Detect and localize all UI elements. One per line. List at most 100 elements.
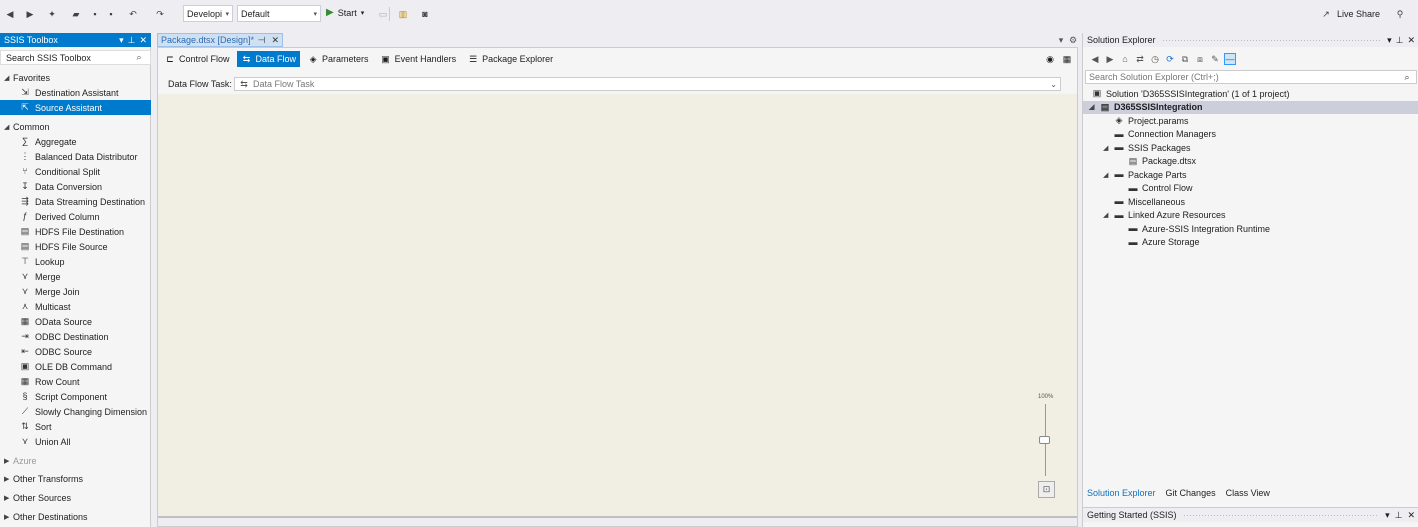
toolbox-item[interactable]: ∑ Aggregate: [0, 134, 151, 149]
expanded-icon[interactable]: ◢: [1089, 103, 1099, 111]
preview-icon[interactable]: —: [1224, 53, 1236, 65]
configuration-dropdown[interactable]: Developi ▾: [183, 5, 233, 22]
expanded-icon[interactable]: ◢: [1103, 171, 1113, 179]
toolbox-item[interactable]: ⇥ ODBC Destination: [0, 329, 151, 344]
toolbox-item[interactable]: ⇶ Data Streaming Destination: [0, 194, 151, 209]
pin-icon[interactable]: ⊥: [128, 35, 136, 46]
sync-icon[interactable]: ⟳: [1164, 53, 1176, 65]
tree-node[interactable]: ▣ Solution 'D365SSISIntegration' (1 of 1 …: [1083, 87, 1418, 100]
forward-icon[interactable]: ▶: [1104, 53, 1116, 65]
toolbox-item[interactable]: ↧ Data Conversion: [0, 179, 151, 194]
settings-icon[interactable]: ⚙: [1067, 34, 1079, 46]
new-project-icon[interactable]: ✦: [46, 8, 58, 20]
solution-explorer-title-bar[interactable]: Solution Explorer ▾ ⊥ ✕: [1083, 33, 1418, 47]
zoom-to-fit-button[interactable]: ⊡: [1038, 481, 1055, 498]
toolbox-category[interactable]: ▶ Other Destinations: [0, 509, 151, 524]
design-canvas[interactable]: 100% ⊡: [158, 94, 1077, 516]
tree-node[interactable]: ◢ ▬ Linked Azure Resources: [1083, 209, 1418, 222]
dropdown-icon[interactable]: ▾: [1387, 35, 1392, 46]
history-icon[interactable]: ◷: [1149, 53, 1161, 65]
toolbox-item[interactable]: ⋎ Merge: [0, 269, 151, 284]
tree-node[interactable]: ▬ Control Flow: [1083, 182, 1418, 195]
live-share-button[interactable]: ↗ Live Share: [1318, 8, 1380, 20]
close-icon[interactable]: ✕: [139, 35, 147, 46]
back-icon[interactable]: ◀: [1089, 53, 1101, 65]
tree-node[interactable]: ▬ Miscellaneous: [1083, 195, 1418, 208]
tab-class-view[interactable]: Class View: [1226, 488, 1270, 498]
toolbox-item[interactable]: ⇅ Sort: [0, 419, 151, 434]
toolbox-category[interactable]: ▶ Azure: [0, 453, 151, 468]
collapse-all-icon[interactable]: ⧉: [1179, 53, 1191, 65]
close-icon[interactable]: ✕: [271, 35, 279, 46]
dropdown-icon[interactable]: ▾: [1385, 510, 1390, 521]
toolbox-item[interactable]: ⇱ Source Assistant: [0, 100, 151, 115]
tab-solution-explorer[interactable]: Solution Explorer: [1087, 488, 1156, 498]
close-icon[interactable]: ✕: [1407, 35, 1415, 46]
switch-views-icon[interactable]: ⇄: [1134, 53, 1146, 65]
toolbox-item[interactable]: § Script Component: [0, 389, 151, 404]
toolbox-category[interactable]: ◢ Favorites: [0, 70, 151, 85]
close-icon[interactable]: ✕: [1407, 510, 1415, 521]
zoom-slider-thumb[interactable]: [1039, 436, 1050, 444]
tree-node[interactable]: ◢ ▬ Package Parts: [1083, 168, 1418, 181]
expanded-icon[interactable]: ◢: [1103, 211, 1113, 219]
tree-node[interactable]: ▤ Package.dtsx: [1083, 155, 1418, 168]
tree-node[interactable]: ▬ Connection Managers: [1083, 128, 1418, 141]
package-icon[interactable]: ▥: [397, 8, 409, 20]
tab-data-flow[interactable]: ⇆ Data Flow: [236, 51, 301, 67]
platform-dropdown[interactable]: Default ▾: [237, 5, 321, 22]
redo-icon[interactable]: ↷: [154, 8, 166, 20]
feedback-icon[interactable]: ⚲: [1394, 8, 1406, 20]
properties-icon[interactable]: ✎: [1209, 53, 1221, 65]
tab-package-explorer[interactable]: ☰ Package Explorer: [463, 51, 557, 67]
toolbox-item[interactable]: ⋎ Merge Join: [0, 284, 151, 299]
open-file-icon[interactable]: ▰: [70, 8, 82, 20]
document-tab-package[interactable]: Package.dtsx [Design]* ⊣ ✕: [157, 33, 283, 47]
toolbox-item[interactable]: ⇤ ODBC Source: [0, 344, 151, 359]
toolbox-item[interactable]: ▦ Row Count: [0, 374, 151, 389]
toolbox-item[interactable]: ⑂ Conditional Split: [0, 164, 151, 179]
dropdown-icon[interactable]: ▾: [119, 35, 124, 46]
toolbox-item[interactable]: ▦ OData Source: [0, 314, 151, 329]
toolbox-item[interactable]: ⋎ Union All: [0, 434, 151, 449]
show-all-files-icon[interactable]: ⧈: [1194, 53, 1206, 65]
getting-started-panel[interactable]: Getting Started (SSIS) ▾ ⊥ ✕: [1083, 507, 1418, 522]
tab-list-icon[interactable]: ▾: [1055, 34, 1067, 46]
save-icon[interactable]: ▪: [89, 8, 101, 20]
pin-icon[interactable]: ⊥: [1395, 510, 1403, 521]
toolbox-item[interactable]: ⇲ Destination Assistant: [0, 85, 151, 100]
toolbox-category[interactable]: ▶ Other Sources: [0, 490, 151, 505]
solution-explorer-search-input[interactable]: Search Solution Explorer (Ctrl+;) ⌕: [1085, 70, 1417, 84]
save-all-icon[interactable]: ▪: [105, 8, 117, 20]
undo-icon[interactable]: ↶: [127, 8, 139, 20]
back-icon[interactable]: ◀: [4, 8, 16, 20]
tab-control-flow[interactable]: ⊏ Control Flow: [160, 51, 234, 67]
toolbox-item[interactable]: ⊤ Lookup: [0, 254, 151, 269]
toolbox-item[interactable]: ▤ HDFS File Destination: [0, 224, 151, 239]
toolbox-category[interactable]: ▶ Other Transforms: [0, 471, 151, 486]
toolbox-item[interactable]: ƒ Derived Column: [0, 209, 151, 224]
home-icon[interactable]: ⌂: [1119, 53, 1131, 65]
tab-git-changes[interactable]: Git Changes: [1166, 488, 1216, 498]
attach-icon[interactable]: ▭: [377, 8, 389, 20]
tree-node[interactable]: ▬ Azure Storage: [1083, 236, 1418, 249]
start-button[interactable]: ▶ Start ▾: [326, 7, 364, 18]
toolbox-category[interactable]: ◢ Common: [0, 119, 151, 134]
pin-icon[interactable]: ⊣: [258, 35, 266, 46]
tree-node[interactable]: ▬ Azure-SSIS Integration Runtime: [1083, 222, 1418, 235]
forward-icon[interactable]: ▶: [24, 8, 36, 20]
screenshot-icon[interactable]: ◙: [419, 8, 431, 20]
variables-icon[interactable]: ▦: [1061, 53, 1073, 65]
zoom-icon[interactable]: ◉: [1044, 53, 1056, 65]
toolbox-item[interactable]: ⋮ Balanced Data Distributor: [0, 149, 151, 164]
toolbox-title-bar[interactable]: SSIS Toolbox ▾ ⊥ ✕: [0, 33, 151, 47]
tab-parameters[interactable]: ◈ Parameters: [303, 51, 373, 67]
tree-node[interactable]: ◢ ▬ SSIS Packages: [1083, 141, 1418, 154]
tree-node[interactable]: ◈ Project.params: [1083, 114, 1418, 127]
toolbox-item[interactable]: ⟋ Slowly Changing Dimension: [0, 404, 151, 419]
toolbox-item[interactable]: ▣ OLE DB Command: [0, 359, 151, 374]
pin-icon[interactable]: ⊥: [1396, 35, 1404, 46]
data-flow-task-dropdown[interactable]: ⇆ Data Flow Task ⌄: [234, 77, 1061, 91]
tab-event-handlers[interactable]: ▣ Event Handlers: [376, 51, 461, 67]
tree-node[interactable]: ◢ ▤ D365SSISIntegration: [1083, 100, 1418, 114]
